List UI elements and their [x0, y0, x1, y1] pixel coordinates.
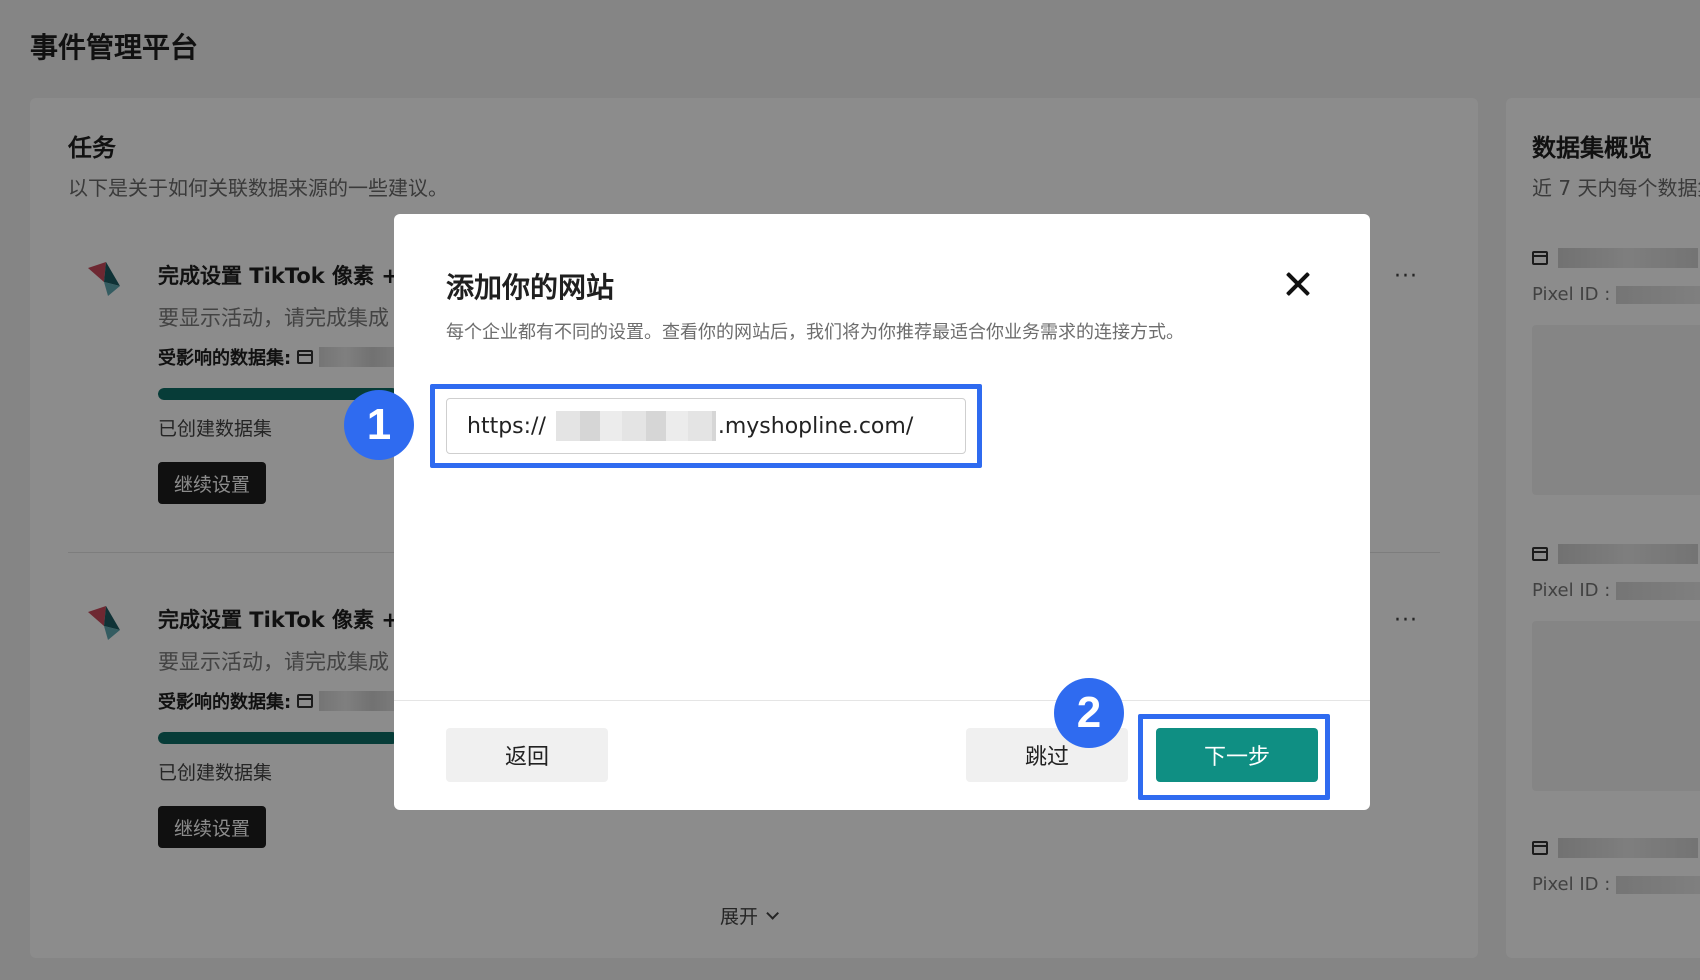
url-domain-redacted	[555, 411, 716, 441]
close-icon[interactable]	[1284, 270, 1312, 298]
step-badge-1: 1	[344, 390, 414, 460]
add-website-modal: 添加你的网站 每个企业都有不同的设置。查看你的网站后，我们将为你推荐最适合你业务…	[394, 214, 1370, 810]
website-url-input[interactable]: https:// .myshopline.com/	[446, 398, 966, 454]
modal-description: 每个企业都有不同的设置。查看你的网站后，我们将为你推荐最适合你业务需求的连接方式…	[446, 322, 1184, 343]
back-button[interactable]: 返回	[446, 728, 608, 782]
modal-title: 添加你的网站	[446, 271, 615, 304]
footer-divider	[394, 700, 1370, 701]
next-step-button[interactable]: 下一步	[1156, 728, 1318, 782]
url-suffix: .myshopline.com/	[717, 413, 914, 439]
url-prefix: https://	[467, 413, 546, 439]
step-badge-2: 2	[1054, 678, 1124, 748]
